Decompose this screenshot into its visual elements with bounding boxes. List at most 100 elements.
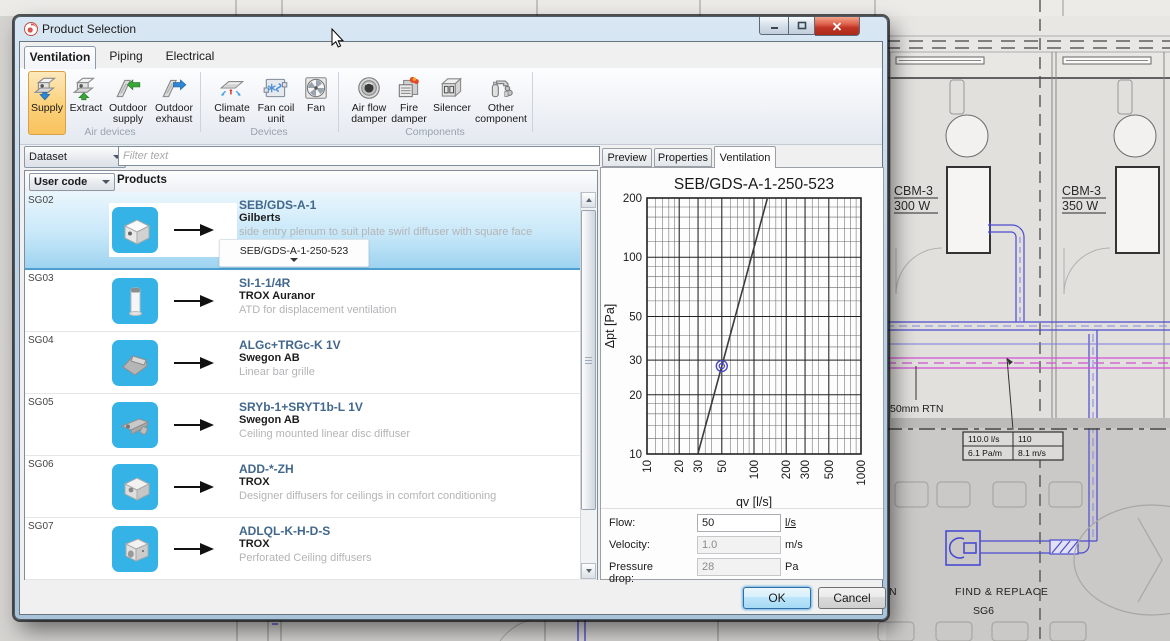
product-thumbnail (112, 278, 158, 324)
product-icon-cell (109, 522, 237, 576)
scrollbar-down-button[interactable] (581, 563, 596, 579)
ribbon-group-separator (200, 72, 201, 132)
flow-label: Flow: (609, 517, 635, 529)
triangle-down-icon (586, 569, 592, 573)
product-list: User code Products SG02 (24, 170, 598, 580)
minimize-button[interactable] (759, 17, 789, 35)
product-manufacturer: Swegon AB (239, 352, 300, 364)
product-code: SG03 (28, 273, 54, 284)
ribbon-group-caption-components: Components (338, 126, 532, 138)
product-row-sg04[interactable]: SG04 ALGc+TRGc-K 1V (25, 332, 597, 394)
product-icon-cell (109, 336, 237, 390)
n-label: N (889, 586, 897, 598)
plenum-box-icon (117, 212, 153, 248)
scrollbar-up-button[interactable] (581, 192, 596, 208)
extract-icon (72, 74, 100, 102)
perforated-diffuser-icon (117, 531, 153, 567)
tab-piping[interactable]: Piping (98, 46, 154, 67)
outdoor-supply-icon (114, 74, 142, 102)
climate-beam-icon (218, 74, 246, 102)
flow-unit-link[interactable]: l/s (785, 517, 796, 529)
svg-text:SEB/GDS-A-1-250-523: SEB/GDS-A-1-250-523 (674, 176, 834, 193)
svg-text:30: 30 (693, 460, 705, 473)
maps-to-arrow-icon (166, 222, 222, 238)
ribbon-group-caption-devices: Devices (200, 126, 338, 138)
product-icon-cell (109, 460, 237, 514)
ribbon-group-separator (338, 72, 339, 132)
product-code: SG02 (28, 195, 54, 206)
dialog-titlebar[interactable]: Product Selection (15, 17, 887, 41)
chevron-down-icon (290, 258, 298, 262)
air-flow-damper-icon (355, 74, 383, 102)
product-code: SG05 (28, 397, 54, 408)
product-description: side entry plenum to suit plate swirl di… (239, 226, 532, 238)
pressure-drop-unit: Pa (785, 561, 798, 573)
app-logo-icon (24, 22, 38, 36)
svg-text:Δpt [Pa]: Δpt [Pa] (603, 304, 617, 348)
product-row-sg06[interactable]: SG06 (25, 456, 597, 518)
duct-tag-velocity: 8.1 m/s (1018, 448, 1046, 458)
maps-to-arrow-icon (166, 541, 222, 557)
list-scrollbar[interactable] (580, 192, 597, 579)
ribbon-group-caption-air-devices: Air devices (20, 126, 200, 138)
velocity-unit: m/s (785, 539, 803, 551)
tab-preview[interactable]: Preview (602, 148, 652, 167)
svg-text:10: 10 (629, 449, 642, 461)
product-row-sg03[interactable]: SG03 SI (25, 270, 597, 332)
dataset-dropdown[interactable]: Dataset (24, 146, 126, 168)
product-manufacturer: TROX (239, 538, 270, 550)
fan-coil-unit-icon (262, 74, 290, 102)
user-code-dropdown-label: User code (34, 176, 87, 188)
product-icon-cell (109, 203, 237, 257)
pressure-drop-label: Pressure drop: (609, 561, 653, 585)
rtn-label: 50mm RTN (890, 403, 943, 415)
velocity-label: Velocity: (609, 539, 650, 551)
user-code-dropdown[interactable]: User code (29, 173, 115, 191)
mouse-cursor (331, 28, 347, 50)
room2-label-line1: CBM-3 (1062, 184, 1101, 198)
category-tabstrip: Ventilation Piping Electrical (20, 46, 882, 69)
product-row-sg07[interactable]: SG07 (25, 518, 597, 580)
svg-text:qv [l/s]: qv [l/s] (736, 495, 772, 509)
cancel-button[interactable]: Cancel (818, 587, 886, 609)
room1-label-line1: CBM-3 (894, 184, 933, 198)
bar-grille-icon (117, 345, 153, 381)
ok-button[interactable]: OK (743, 587, 811, 609)
product-icon-cell (109, 274, 237, 328)
products-column-header: Products (117, 174, 167, 186)
product-code: SG06 (28, 459, 54, 470)
product-name: ALGc+TRGc-K 1V (239, 338, 341, 352)
dialog-client-area: Ventilation Piping Electrical Supply (19, 41, 883, 615)
svg-text:200: 200 (623, 193, 642, 205)
product-manufacturer: Swegon AB (239, 414, 300, 426)
svg-text:100: 100 (623, 252, 642, 264)
product-row-sg05[interactable]: SG05 (25, 394, 597, 456)
product-thumbnail (112, 464, 158, 510)
tab-ventilation[interactable]: Ventilation (24, 46, 96, 69)
close-button[interactable] (815, 17, 860, 36)
fire-damper-icon (395, 74, 423, 102)
flow-input[interactable] (697, 514, 781, 532)
product-name: SI-1-1/4R (239, 276, 290, 290)
svg-text:10: 10 (642, 460, 654, 473)
variant-label: SEB/GDS-A-1-250-523 (240, 245, 349, 257)
linear-diffuser-icon (117, 407, 153, 443)
variant-selector[interactable]: SEB/GDS-A-1-250-523 (219, 239, 369, 267)
product-manufacturer: Gilberts (239, 212, 281, 224)
scrollbar-thumb[interactable] (581, 210, 596, 510)
minimize-icon (770, 21, 779, 30)
filter-text-input[interactable] (118, 146, 600, 166)
other-component-icon (487, 74, 515, 102)
tab-electrical[interactable]: Electrical (158, 46, 222, 67)
product-name: SEB/GDS-A-1 (239, 198, 316, 212)
maximize-button[interactable] (789, 17, 815, 35)
product-row-sg02[interactable]: SG02 (25, 192, 597, 270)
fan-icon (302, 74, 330, 102)
product-thumbnail (112, 340, 158, 386)
find-replace-label: FIND & REPLACE (955, 586, 1048, 598)
tab-properties[interactable]: Properties (654, 148, 712, 167)
duct-tag-flow: 110.0 l/s (968, 434, 1000, 444)
svg-text:1000: 1000 (856, 460, 868, 486)
maps-to-arrow-icon (166, 355, 222, 371)
tab-ventilation-panel[interactable]: Ventilation (714, 146, 776, 168)
